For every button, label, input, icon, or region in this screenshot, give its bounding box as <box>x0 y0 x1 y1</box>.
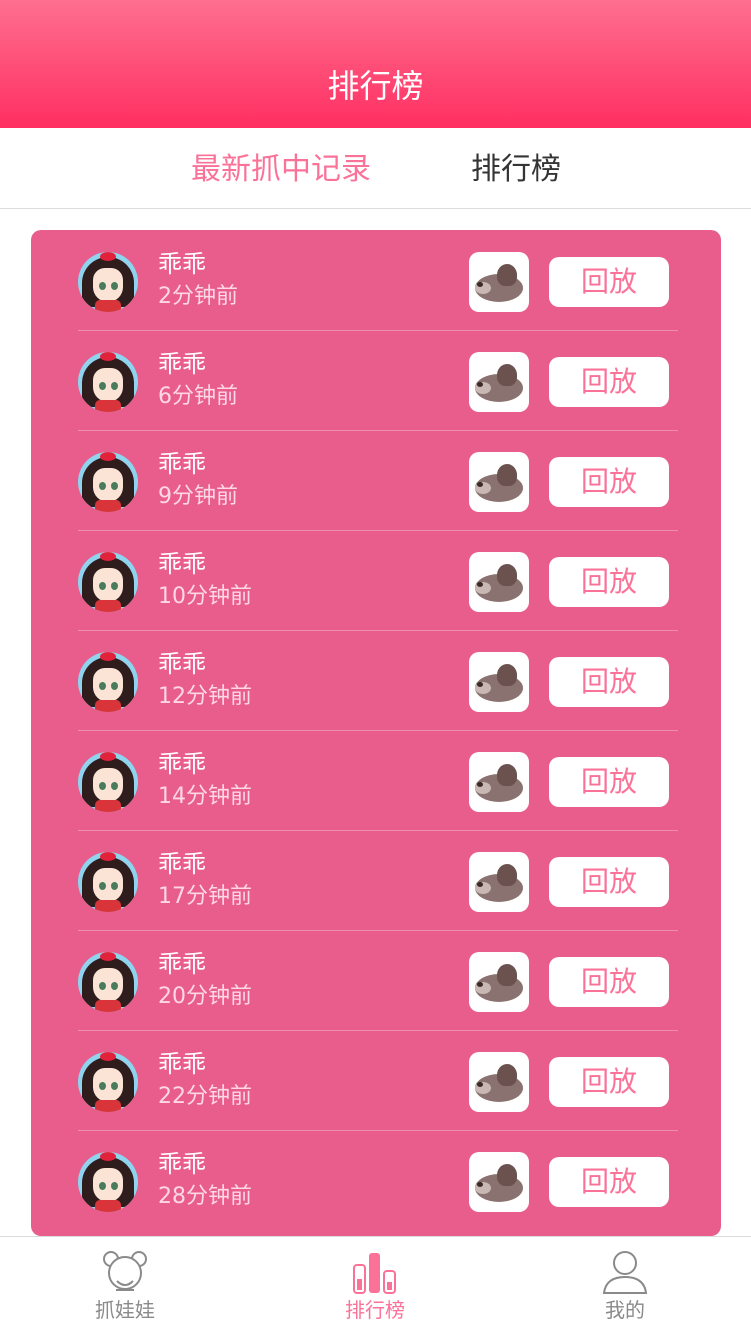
replay-button[interactable]: 回放 <box>549 1157 669 1207</box>
avatar <box>78 1152 138 1212</box>
replay-button[interactable]: 回放 <box>549 857 669 907</box>
avatar <box>78 452 138 512</box>
avatar <box>78 1052 138 1112</box>
toy-thumbnail <box>469 752 529 812</box>
app-header: 排行榜 <box>0 0 751 128</box>
bottom-navigation: 抓娃娃 排行榜 我的 <box>0 1236 751 1335</box>
record-time: 6分钟前 <box>158 384 238 409</box>
toy-thumbnail <box>469 652 529 712</box>
avatar <box>78 852 138 912</box>
replay-button[interactable]: 回放 <box>549 257 669 307</box>
toy-thumbnail <box>469 352 529 412</box>
toy-thumbnail <box>469 552 529 612</box>
avatar <box>78 252 138 312</box>
avatar <box>78 752 138 812</box>
user-name: 乖乖 <box>158 1150 206 1178</box>
list-item: 乖乖 17分钟前 回放 <box>78 830 678 931</box>
user-name: 乖乖 <box>158 350 206 378</box>
list-item: 乖乖 6分钟前 回放 <box>78 330 678 431</box>
record-time: 12分钟前 <box>158 684 252 709</box>
toy-thumbnail <box>469 452 529 512</box>
replay-button[interactable]: 回放 <box>549 957 669 1007</box>
record-time: 14分钟前 <box>158 784 252 809</box>
record-time: 17分钟前 <box>158 884 252 909</box>
tab-bar: 最新抓中记录 排行榜 <box>0 128 751 209</box>
records-panel: 乖乖 2分钟前 回放 乖乖 6分钟前 回放 乖乖 9分钟前 回放 乖乖 10分钟… <box>31 230 721 1236</box>
replay-button[interactable]: 回放 <box>549 557 669 607</box>
page-title: 排行榜 <box>327 67 424 105</box>
user-name: 乖乖 <box>158 450 206 478</box>
user-name: 乖乖 <box>158 550 206 578</box>
replay-button[interactable]: 回放 <box>549 657 669 707</box>
list-item: 乖乖 22分钟前 回放 <box>78 1030 678 1131</box>
nav-label: 抓娃娃 <box>95 1298 155 1322</box>
user-name: 乖乖 <box>158 1050 206 1078</box>
record-time: 2分钟前 <box>158 284 238 309</box>
toy-thumbnail <box>469 252 529 312</box>
avatar <box>78 352 138 412</box>
user-profile-icon <box>602 1251 648 1294</box>
record-time: 10分钟前 <box>158 584 252 609</box>
nav-profile[interactable]: 我的 <box>500 1237 750 1335</box>
list-item: 乖乖 9分钟前 回放 <box>78 430 678 531</box>
replay-button[interactable]: 回放 <box>549 1057 669 1107</box>
user-name: 乖乖 <box>158 250 206 278</box>
tab-ranking[interactable]: 排行榜 <box>471 148 561 192</box>
toy-thumbnail <box>469 852 529 912</box>
tab-latest-records[interactable]: 最新抓中记录 <box>191 148 371 192</box>
ranking-bars-icon <box>353 1253 396 1294</box>
record-time: 22分钟前 <box>158 1084 252 1109</box>
nav-label: 我的 <box>605 1298 645 1322</box>
claw-doll-icon <box>103 1251 147 1291</box>
toy-thumbnail <box>469 952 529 1012</box>
nav-ranking[interactable]: 排行榜 <box>250 1237 500 1335</box>
user-name: 乖乖 <box>158 750 206 778</box>
record-time: 28分钟前 <box>158 1184 252 1209</box>
list-item: 乖乖 14分钟前 回放 <box>78 730 678 831</box>
user-name: 乖乖 <box>158 950 206 978</box>
avatar <box>78 952 138 1012</box>
list-item: 乖乖 12分钟前 回放 <box>78 630 678 731</box>
nav-claw-doll[interactable]: 抓娃娃 <box>0 1237 250 1335</box>
list-item: 乖乖 28分钟前 回放 <box>78 1130 678 1230</box>
toy-thumbnail <box>469 1152 529 1212</box>
user-name: 乖乖 <box>158 650 206 678</box>
replay-button[interactable]: 回放 <box>549 757 669 807</box>
replay-button[interactable]: 回放 <box>549 457 669 507</box>
toy-thumbnail <box>469 1052 529 1112</box>
user-name: 乖乖 <box>158 850 206 878</box>
list-item: 乖乖 2分钟前 回放 <box>78 230 678 331</box>
avatar <box>78 552 138 612</box>
record-time: 20分钟前 <box>158 984 252 1009</box>
nav-label: 排行榜 <box>345 1298 405 1322</box>
replay-button[interactable]: 回放 <box>549 357 669 407</box>
list-item: 乖乖 20分钟前 回放 <box>78 930 678 1031</box>
list-item: 乖乖 10分钟前 回放 <box>78 530 678 631</box>
record-time: 9分钟前 <box>158 484 238 509</box>
avatar <box>78 652 138 712</box>
